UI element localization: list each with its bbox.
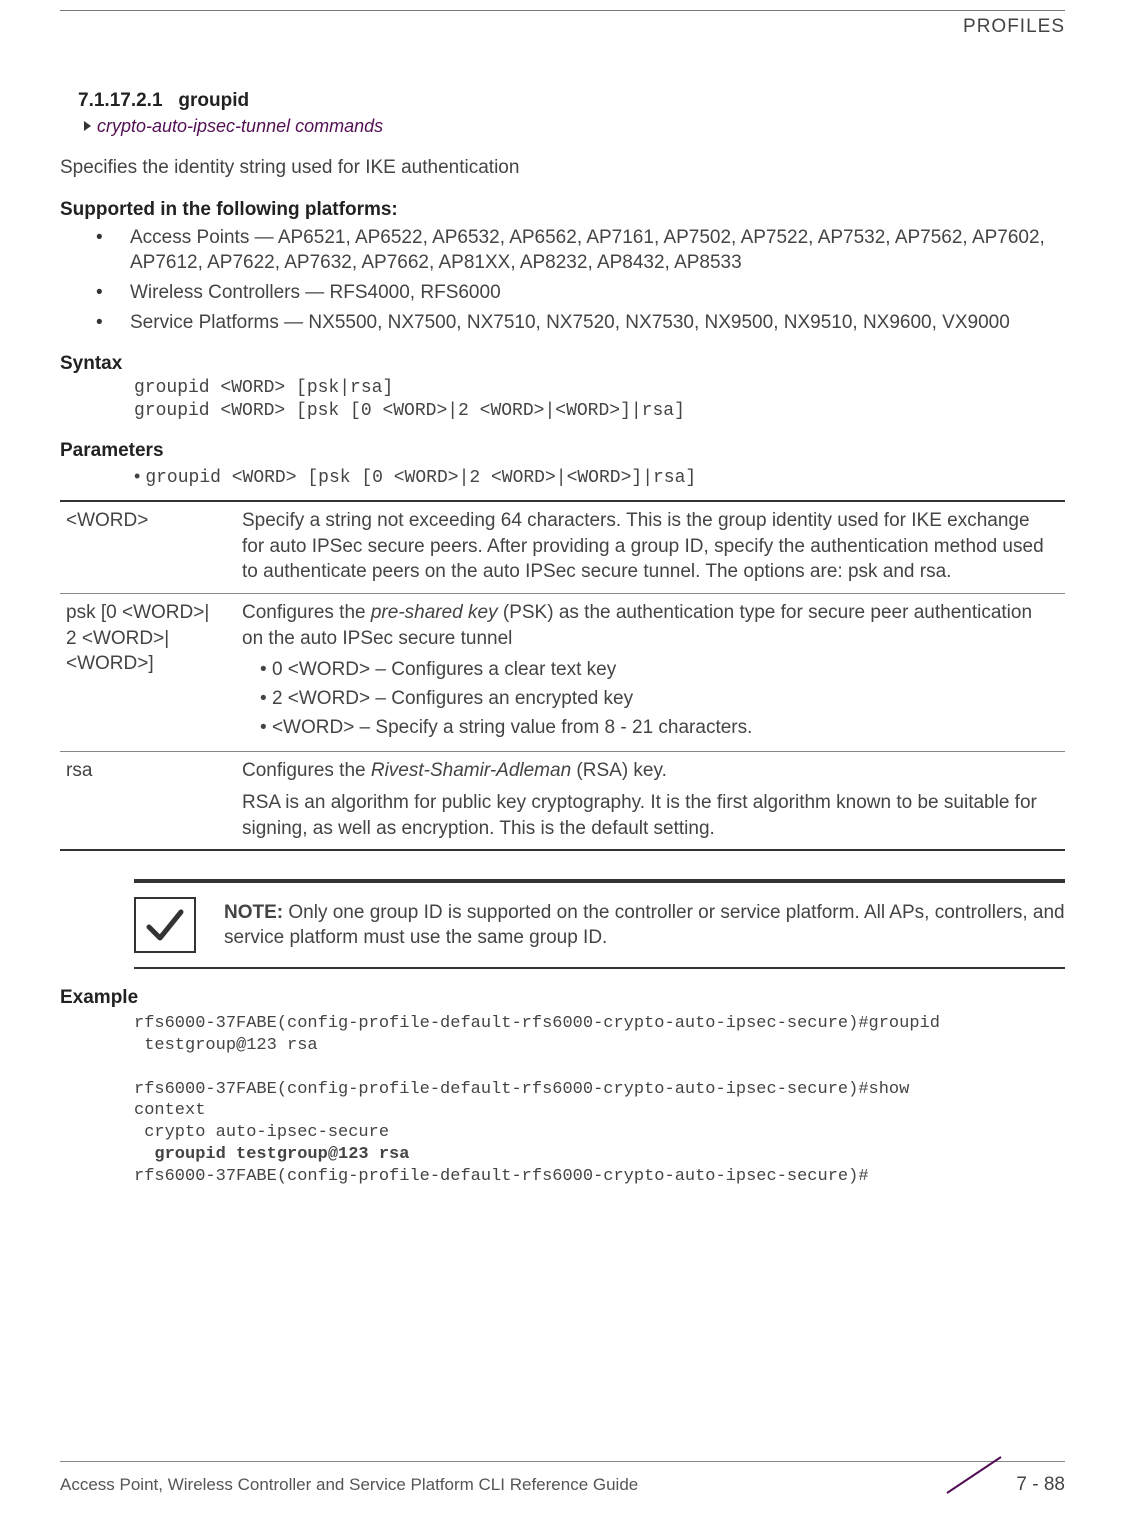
param-name: <WORD> (60, 501, 236, 593)
param-desc: Specify a string not exceeding 64 charac… (236, 501, 1065, 593)
list-item: Service Platforms — NX5500, NX7500, NX75… (130, 310, 1065, 336)
slash-icon (939, 1453, 1009, 1502)
checkmark-icon (134, 897, 196, 953)
page-footer: Access Point, Wireless Controller and Se… (60, 1461, 1065, 1496)
syntax-heading: Syntax (60, 353, 1065, 375)
parameters-heading: Parameters (60, 440, 1065, 462)
inner-list: 0 <WORD> – Configures a clear text key 2… (242, 657, 1055, 740)
page-number: 7 - 88 (1016, 1474, 1065, 1495)
code-text: rfs6000-37FABE(config-profile-default-rf… (134, 1014, 940, 1142)
code-text: rfs6000-37FABE(config-profile-default-rf… (134, 1167, 869, 1186)
text-emphasis: pre-shared key (371, 602, 498, 623)
caret-right-icon (84, 121, 91, 131)
code-text-bold: groupid testgroup@123 rsa (134, 1145, 409, 1164)
footer-page-box: 7 - 88 (925, 1474, 1065, 1496)
section-number: 7.1.17.2.1 (78, 90, 163, 111)
note-label: NOTE: (224, 902, 283, 923)
parameters-table: <WORD> Specify a string not exceeding 64… (60, 500, 1065, 851)
section-title: groupid (178, 90, 249, 111)
platforms-list: Access Points — AP6521, AP6522, AP6532, … (60, 225, 1065, 336)
note-body: Only one group ID is supported on the co… (224, 902, 1065, 949)
section-description: Specifies the identity string used for I… (60, 155, 1065, 181)
list-item: Wireless Controllers — RFS4000, RFS6000 (130, 280, 1065, 306)
text: Configures the (242, 602, 371, 623)
text: RSA is an algorithm for public key crypt… (242, 790, 1055, 841)
param-desc: Configures the pre-shared key (PSK) as t… (236, 594, 1065, 752)
table-row: psk [0 <WORD>| 2 <WORD>| <WORD>] Configu… (60, 594, 1065, 752)
breadcrumb: crypto-auto-ipsec-tunnel commands (84, 116, 1065, 137)
param-name: rsa (60, 752, 236, 850)
text: (RSA) key. (571, 760, 667, 781)
syntax-block: groupid <WORD> [psk|rsa] groupid <WORD> … (134, 377, 1065, 422)
header-rule (60, 10, 1065, 11)
param-name: psk [0 <WORD>| 2 <WORD>| <WORD>] (60, 594, 236, 752)
header-category: PROFILES (963, 16, 1065, 38)
list-item: 2 <WORD> – Configures an encrypted key (260, 686, 1055, 712)
table-row: rsa Configures the Rivest-Shamir-Adleman… (60, 752, 1065, 850)
note-text: NOTE: Only one group ID is supported on … (224, 900, 1065, 951)
text-emphasis: Rivest-Shamir-Adleman (371, 760, 571, 781)
text: Configures the (242, 760, 371, 781)
breadcrumb-text: crypto-auto-ipsec-tunnel commands (97, 116, 383, 136)
parameters-cmdline: groupid <WORD> [psk [0 <WORD>|2 <WORD>|<… (134, 466, 1065, 488)
table-row: <WORD> Specify a string not exceeding 64… (60, 501, 1065, 593)
note-block: NOTE: Only one group ID is supported on … (134, 879, 1065, 969)
param-desc: Configures the Rivest-Shamir-Adleman (RS… (236, 752, 1065, 850)
example-block: rfs6000-37FABE(config-profile-default-rf… (134, 1013, 1065, 1187)
footer-doc-title: Access Point, Wireless Controller and Se… (60, 1475, 638, 1495)
example-heading: Example (60, 987, 1065, 1009)
list-item: 0 <WORD> – Configures a clear text key (260, 657, 1055, 683)
list-item: <WORD> – Specify a string value from 8 -… (260, 715, 1055, 741)
platforms-heading: Supported in the following platforms: (60, 199, 1065, 221)
section-heading: 7.1.17.2.1 groupid (78, 90, 1065, 112)
list-item: Access Points — AP6521, AP6522, AP6532, … (130, 225, 1065, 276)
